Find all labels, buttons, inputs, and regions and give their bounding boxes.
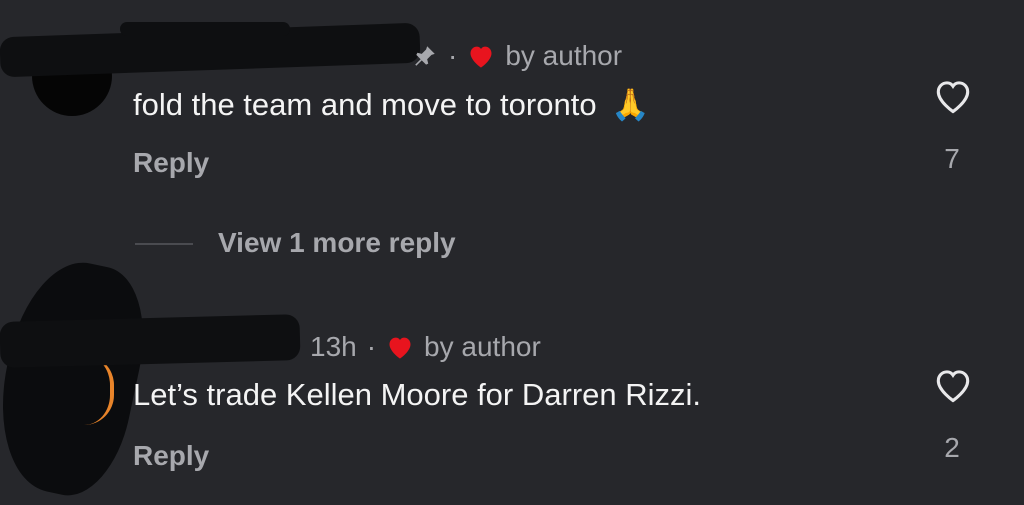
comment-meta: 13h · by author <box>310 331 541 363</box>
author-badge: by author <box>424 331 541 362</box>
author-badge: by author <box>505 40 623 71</box>
meta-separator: · <box>448 40 458 71</box>
folded-hands-emoji: 🙏 <box>611 87 650 122</box>
redacted-username <box>0 314 301 368</box>
comment-time: 13h <box>310 331 357 362</box>
meta-separator: · <box>366 331 377 362</box>
comment-text: fold the team and move to toronto 🙏 <box>133 86 650 123</box>
like-count: 7 <box>944 143 960 174</box>
comment-text: Let’s trade Kellen Moore for Darren Rizz… <box>133 377 702 412</box>
pin-icon <box>415 46 435 66</box>
like-count: 2 <box>944 432 960 463</box>
like-heart-icon[interactable] <box>932 77 974 115</box>
comment-meta: · by author <box>412 40 622 72</box>
comment-body: fold the team and move to toronto <box>133 87 597 122</box>
view-more-replies-button[interactable]: View 1 more reply <box>218 227 456 259</box>
author-heart-icon <box>470 46 492 68</box>
redacted-username-stroke <box>120 22 290 36</box>
view-more-divider <box>135 243 193 245</box>
reply-button[interactable]: Reply <box>133 440 209 472</box>
reply-button[interactable]: Reply <box>133 147 209 179</box>
like-heart-icon[interactable] <box>932 366 974 404</box>
author-heart-icon <box>389 337 411 359</box>
